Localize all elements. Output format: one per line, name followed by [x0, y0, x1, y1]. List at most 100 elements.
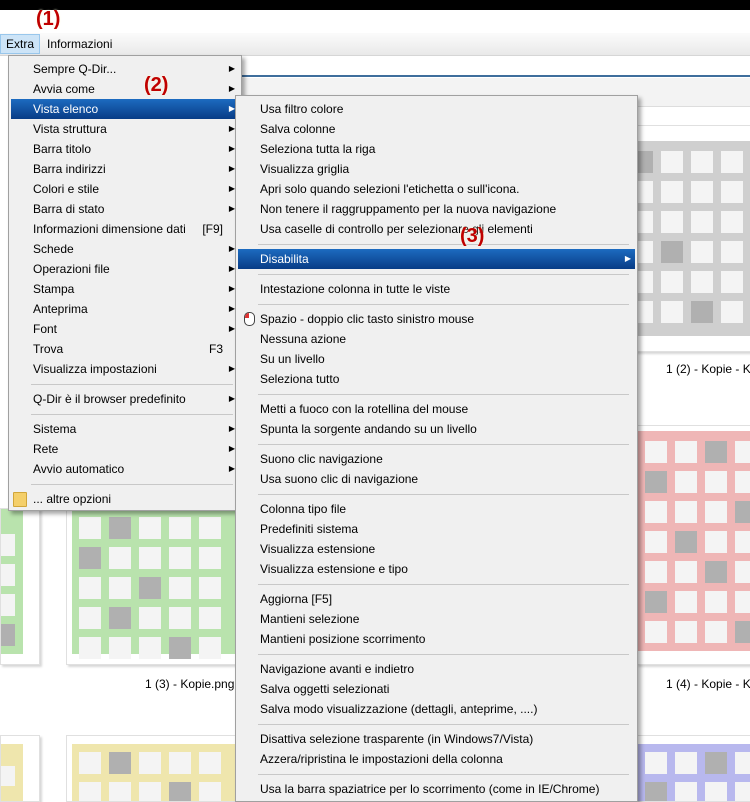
menu-item-operazioni-file[interactable]: Operazioni file ▶ — [11, 259, 239, 279]
menu-item-label: Stampa — [33, 282, 75, 296]
thumbnail-green-left[interactable] — [0, 508, 40, 665]
menu-item-colonna-tipo-file[interactable]: Colonna tipo file — [238, 499, 635, 519]
menu-item-su-un-livello[interactable]: Su un livello — [238, 349, 635, 369]
menu-item-label: Font — [33, 322, 58, 336]
menu-item-mantieni-posizione-scorrimento[interactable]: Mantieni posizione scorrimento — [238, 629, 635, 649]
menu-item-label: Apri solo quando selezioni l'etichetta o… — [260, 182, 520, 196]
menu-item-usa-la-barra-spaziatrice-per-lo-scorrime[interactable]: Usa la barra spaziatrice per lo scorrime… — [238, 779, 635, 799]
menu-item-label: Seleziona tutto — [260, 372, 340, 386]
menu-item-usa-suono-clic-di-navigazione[interactable]: Usa suono clic di navigazione — [238, 469, 635, 489]
menu-item-seleziona-tutto[interactable]: Seleziona tutto — [238, 369, 635, 389]
menu-item-barra-di-stato[interactable]: Barra di stato ▶ — [11, 199, 239, 219]
menu-item-vista-elenco[interactable]: Vista elenco ▶ — [11, 99, 239, 119]
menu-item-label: Su un livello — [260, 352, 325, 366]
menu-item-label: Azzera/ripristina le impostazioni della … — [260, 752, 503, 766]
menu-item-mantieni-selezione[interactable]: Mantieni selezione — [238, 609, 635, 629]
menu-item-spazio-doppio-clic-tasto-sinistro-mouse[interactable]: Spazio - doppio clic tasto sinistro mous… — [238, 309, 635, 329]
menu-item-salva-colonne[interactable]: Salva colonne — [238, 119, 635, 139]
menu-item-barra-titolo[interactable]: Barra titolo ▶ — [11, 139, 239, 159]
menu-item-sistema[interactable]: Sistema ▶ — [11, 419, 239, 439]
menu-item-predefiniti-sistema[interactable]: Predefiniti sistema — [238, 519, 635, 539]
menu-item-sempre-q-dir[interactable]: Sempre Q-Dir... ▶ — [11, 59, 239, 79]
menu-separator — [31, 384, 233, 385]
menu-item-label: Aggiorna [F5] — [260, 592, 333, 606]
menu-item-label: Mantieni posizione scorrimento — [260, 632, 426, 646]
extra-menu: Sempre Q-Dir... ▶ Avvia come ▶ Vista elenco ▶… — [8, 55, 242, 511]
menu-item-label: Informazioni dimensione dati — [33, 222, 186, 236]
menu-item-rete[interactable]: Rete ▶ — [11, 439, 239, 459]
menu-item-label: Disabilita — [260, 252, 309, 266]
submenu-arrow-icon: ▶ — [624, 254, 631, 263]
menu-item-intestazione-colonna-in-tutte-le-viste[interactable]: Intestazione colonna in tutte le viste — [238, 279, 635, 299]
menu-item-label: Vista elenco — [33, 102, 99, 116]
mouse-icon — [244, 312, 255, 326]
menu-item-anteprima[interactable]: Anteprima ▶ — [11, 299, 239, 319]
menu-item-azzera-ripristina-le-impostazioni-della-[interactable]: Azzera/ripristina le impostazioni della … — [238, 749, 635, 769]
menu-item-metti-a-fuoco-con-la-rotellina-del-mouse[interactable]: Metti a fuoco con la rotellina del mouse — [238, 399, 635, 419]
menu-item-label: Avvia come — [33, 82, 95, 96]
menu-item-label: Nessuna azione — [260, 332, 347, 346]
thumbnail-yellow[interactable] — [66, 735, 238, 802]
thumbnail-yellow-left[interactable] — [0, 735, 40, 802]
menu-item-font[interactable]: Font ▶ — [11, 319, 239, 339]
menu-item-label: Visualizza impostazioni — [33, 362, 157, 376]
menu-item-label: Vista struttura — [33, 122, 107, 136]
menu-item-aggiorna-f5[interactable]: Aggiorna [F5] — [238, 589, 635, 609]
menu-item-barra-indirizzi[interactable]: Barra indirizzi ▶ — [11, 159, 239, 179]
menu-item-spunta-la-sorgente-andando-su-un-livello[interactable]: Spunta la sorgente andando su un livello — [238, 419, 635, 439]
menu-item-salva-modo-visualizzazione-dettagli-ante[interactable]: Salva modo visualizzazione (dettagli, an… — [238, 699, 635, 719]
menu-separator — [258, 654, 629, 655]
menu-item-usa-caselle-di-controllo-per-selezionare[interactable]: Usa caselle di controllo per selezionare… — [238, 219, 635, 239]
menu-item-label: Salva oggetti selezionati — [260, 682, 390, 696]
menu-item-non-tenere-il-raggruppamento-per-la-nuov[interactable]: Non tenere il raggruppamento per la nuov… — [238, 199, 635, 219]
menu-bar: Extra Informazioni — [0, 33, 750, 56]
thumbnail-red[interactable] — [636, 425, 750, 665]
menu-item-schede[interactable]: Schede ▶ — [11, 239, 239, 259]
menu-item-label: Usa la barra spaziatrice per lo scorrime… — [260, 782, 600, 796]
thumbnail-green[interactable] — [66, 508, 238, 665]
menu-item-label: Barra titolo — [33, 142, 92, 156]
thumbnail-blue[interactable] — [636, 735, 750, 802]
menu-item-visualizza-estensione-e-tipo[interactable]: Visualizza estensione e tipo — [238, 559, 635, 579]
menu-item-q-dir-il-browser-predefinito[interactable]: Q-Dir è il browser predefinito ▶ — [11, 389, 239, 409]
menu-item-informazioni-dimensione-dati[interactable]: Informazioni dimensione dati [F9] — [11, 219, 239, 239]
menu-item-disattiva-selezione-trasparente-in-windo[interactable]: Disattiva selezione trasparente (in Wind… — [238, 729, 635, 749]
menu-item-visualizza-griglia[interactable]: Visualizza griglia — [238, 159, 635, 179]
menu-separator — [31, 484, 233, 485]
menu-item-label: Salva modo visualizzazione (dettagli, an… — [260, 702, 538, 716]
thumbnail-green-left-image — [1, 509, 23, 654]
menu-item-navigazione-avanti-e-indietro[interactable]: Navigazione avanti e indietro — [238, 659, 635, 679]
thumbnail-yellow-image — [72, 744, 237, 801]
menu-item-label: Intestazione colonna in tutte le viste — [260, 282, 451, 296]
menu-item-colori-e-stile[interactable]: Colori e stile ▶ — [11, 179, 239, 199]
menu-item-visualizza-estensione[interactable]: Visualizza estensione — [238, 539, 635, 559]
menu-item-label: Operazioni file — [33, 262, 110, 276]
menu-separator — [258, 394, 629, 395]
menu-item-usa-filtro-colore[interactable]: Usa filtro colore — [238, 99, 635, 119]
menu-extra[interactable]: Extra — [0, 34, 41, 54]
menu-item-label: Visualizza estensione — [260, 542, 376, 556]
menu-item-label: Colori e stile — [33, 182, 100, 196]
menu-item-avvia-come[interactable]: Avvia come ▶ — [11, 79, 239, 99]
submenu-arrow-icon: ▶ — [228, 64, 235, 73]
menu-item-label: Sistema — [33, 422, 77, 436]
menu-item-apri-solo-quando-selezioni-l-etichetta-o[interactable]: Apri solo quando selezioni l'etichetta o… — [238, 179, 635, 199]
menu-item-suono-clic-navigazione[interactable]: Suono clic navigazione — [238, 449, 635, 469]
menu-item-salva-oggetti-selezionati[interactable]: Salva oggetti selezionati — [238, 679, 635, 699]
menu-item-nessuna-azione[interactable]: Nessuna azione — [238, 329, 635, 349]
menu-item-seleziona-tutta-la-riga[interactable]: Seleziona tutta la riga — [238, 139, 635, 159]
menu-item-label: Barra di stato — [33, 202, 105, 216]
menu-item-disabilita[interactable]: Disabilita ▶ — [238, 249, 635, 269]
menu-item-visualizza-impostazioni[interactable]: Visualizza impostazioni ▶ — [11, 359, 239, 379]
menu-item-stampa[interactable]: Stampa ▶ — [11, 279, 239, 299]
menu-item-altre-opzioni[interactable]: ... altre opzioni — [11, 489, 239, 509]
menu-item-label: Q-Dir è il browser predefinito — [33, 392, 186, 406]
menu-item-avvio-automatico[interactable]: Avvio automatico ▶ — [11, 459, 239, 479]
menu-item-trova[interactable]: Trova F3 — [11, 339, 239, 359]
thumbnail-green-image — [72, 509, 237, 659]
menu-informazioni[interactable]: Informazioni — [42, 35, 117, 53]
menu-item-label: Suono clic navigazione — [260, 452, 383, 466]
menu-separator — [258, 774, 629, 775]
menu-item-vista-struttura[interactable]: Vista struttura ▶ — [11, 119, 239, 139]
menu-item-label: Avvio automatico — [33, 462, 125, 476]
